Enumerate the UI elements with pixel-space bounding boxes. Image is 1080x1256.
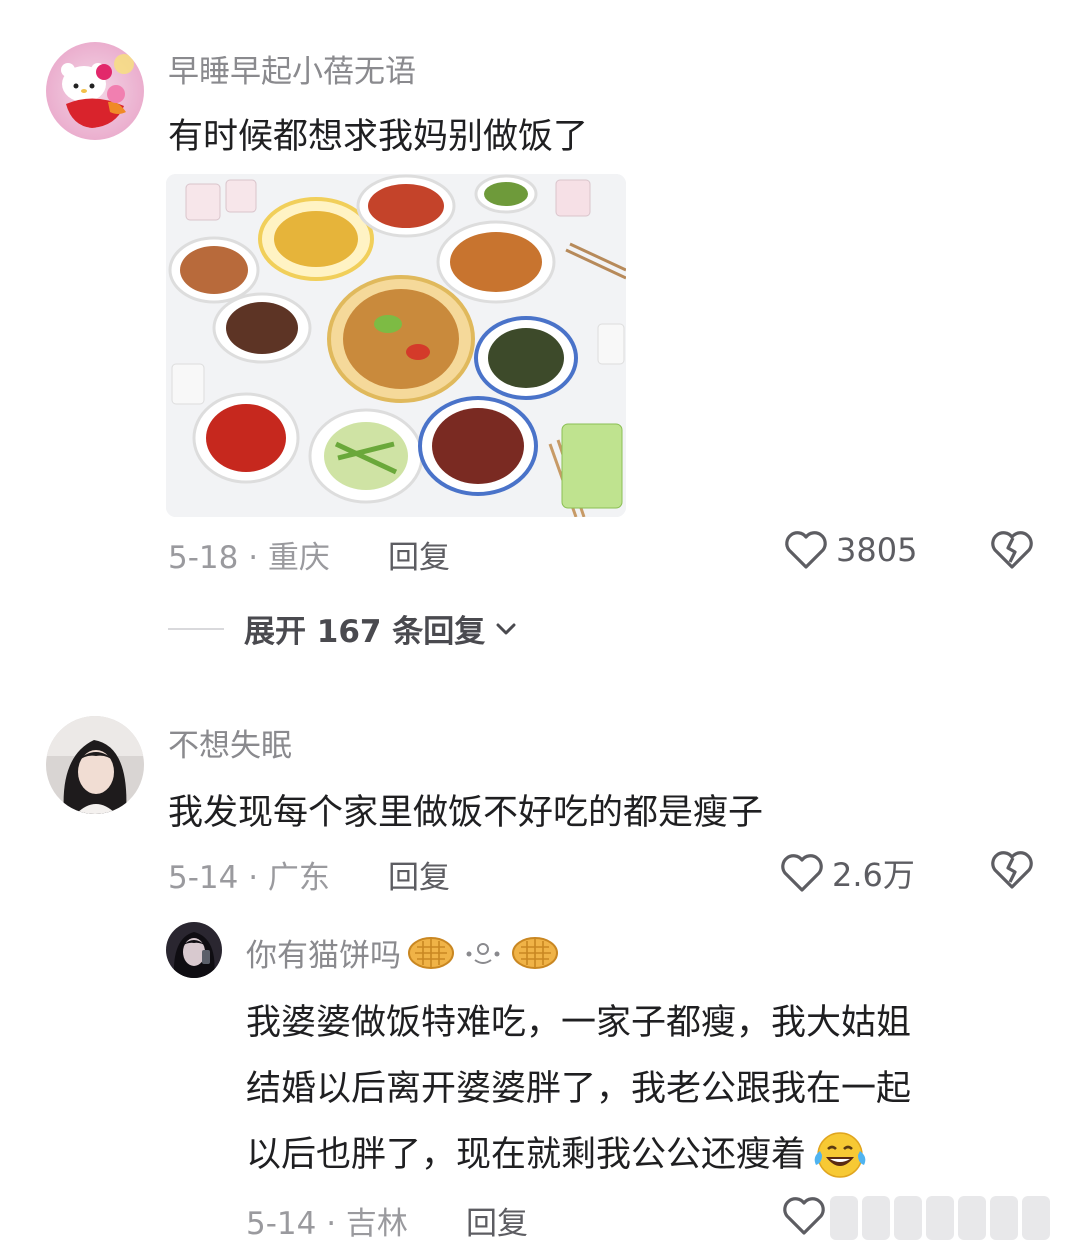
comment-meta: 5-18 · 重庆 [168,540,330,576]
avatar[interactable] [46,42,144,140]
laughing-tears-icon [814,1132,866,1178]
expand-replies-button[interactable]: 展开 167 条回复 [168,606,519,651]
face-icon [466,942,500,964]
dark-portrait-avatar-icon [166,922,222,978]
heart-icon [785,531,827,569]
heart-icon [781,854,823,892]
hello-kitty-avatar-icon [46,42,144,140]
reply-username[interactable]: 你有猫饼吗 [246,930,559,975]
comment-text: 有时候都想求我妈别做饭了 [168,117,589,157]
reply-text-line: 我婆婆做饭特难吃，一家子都瘦，我大姑姐 [246,1003,912,1043]
comment-username[interactable]: 早睡早起小蓓无语 [168,46,416,91]
chevron-down-icon [496,623,516,634]
like-button[interactable] [782,1196,834,1236]
reply-meta: 5-14 · 吉林 [246,1206,408,1242]
broken-heart-icon [991,851,1033,889]
comment-meta: 5-14 · 广东 [168,860,330,896]
waffle-icon [512,936,558,969]
reply-username-text: 你有猫饼吗 [246,938,401,974]
expand-replies-label: 展开 167 条回复 [244,614,486,650]
heart-icon [783,1197,825,1235]
watermark [830,1196,1050,1240]
food-table-photo[interactable] [166,174,626,517]
like-count: 3805 [836,531,918,569]
comment-username[interactable]: 不想失眠 [168,720,292,765]
avatar[interactable] [46,716,144,814]
reply-text-line: 结婚以后离开婆婆胖了，我老公跟我在一起 [246,1069,912,1109]
like-button[interactable]: 2.6万 [780,850,915,896]
reply-button[interactable]: 回复 [388,532,450,577]
avatar[interactable] [166,922,222,978]
reply-text-line-content: 以后也胖了，现在就剩我公公还瘦着 [246,1135,807,1175]
dislike-button[interactable] [990,530,1034,574]
like-button[interactable]: 3805 [784,530,917,570]
like-count: 2.6万 [832,856,915,894]
reply-button[interactable]: 回复 [466,1198,528,1243]
reply-text-line: 以后也胖了，现在就剩我公公还瘦着 [246,1122,1036,1188]
reply-button[interactable]: 回复 [388,852,450,897]
broken-heart-icon [991,531,1033,569]
comment-text: 我发现每个家里做饭不好吃的都是瘦子 [168,793,764,833]
divider-line [168,627,224,630]
waffle-icon [408,936,454,969]
girl-portrait-avatar-icon [46,716,144,814]
dislike-button[interactable] [990,850,1034,894]
reply-text: 我婆婆做饭特难吃，一家子都瘦，我大姑姐 结婚以后离开婆婆胖了，我老公跟我在一起 … [246,990,1036,1188]
